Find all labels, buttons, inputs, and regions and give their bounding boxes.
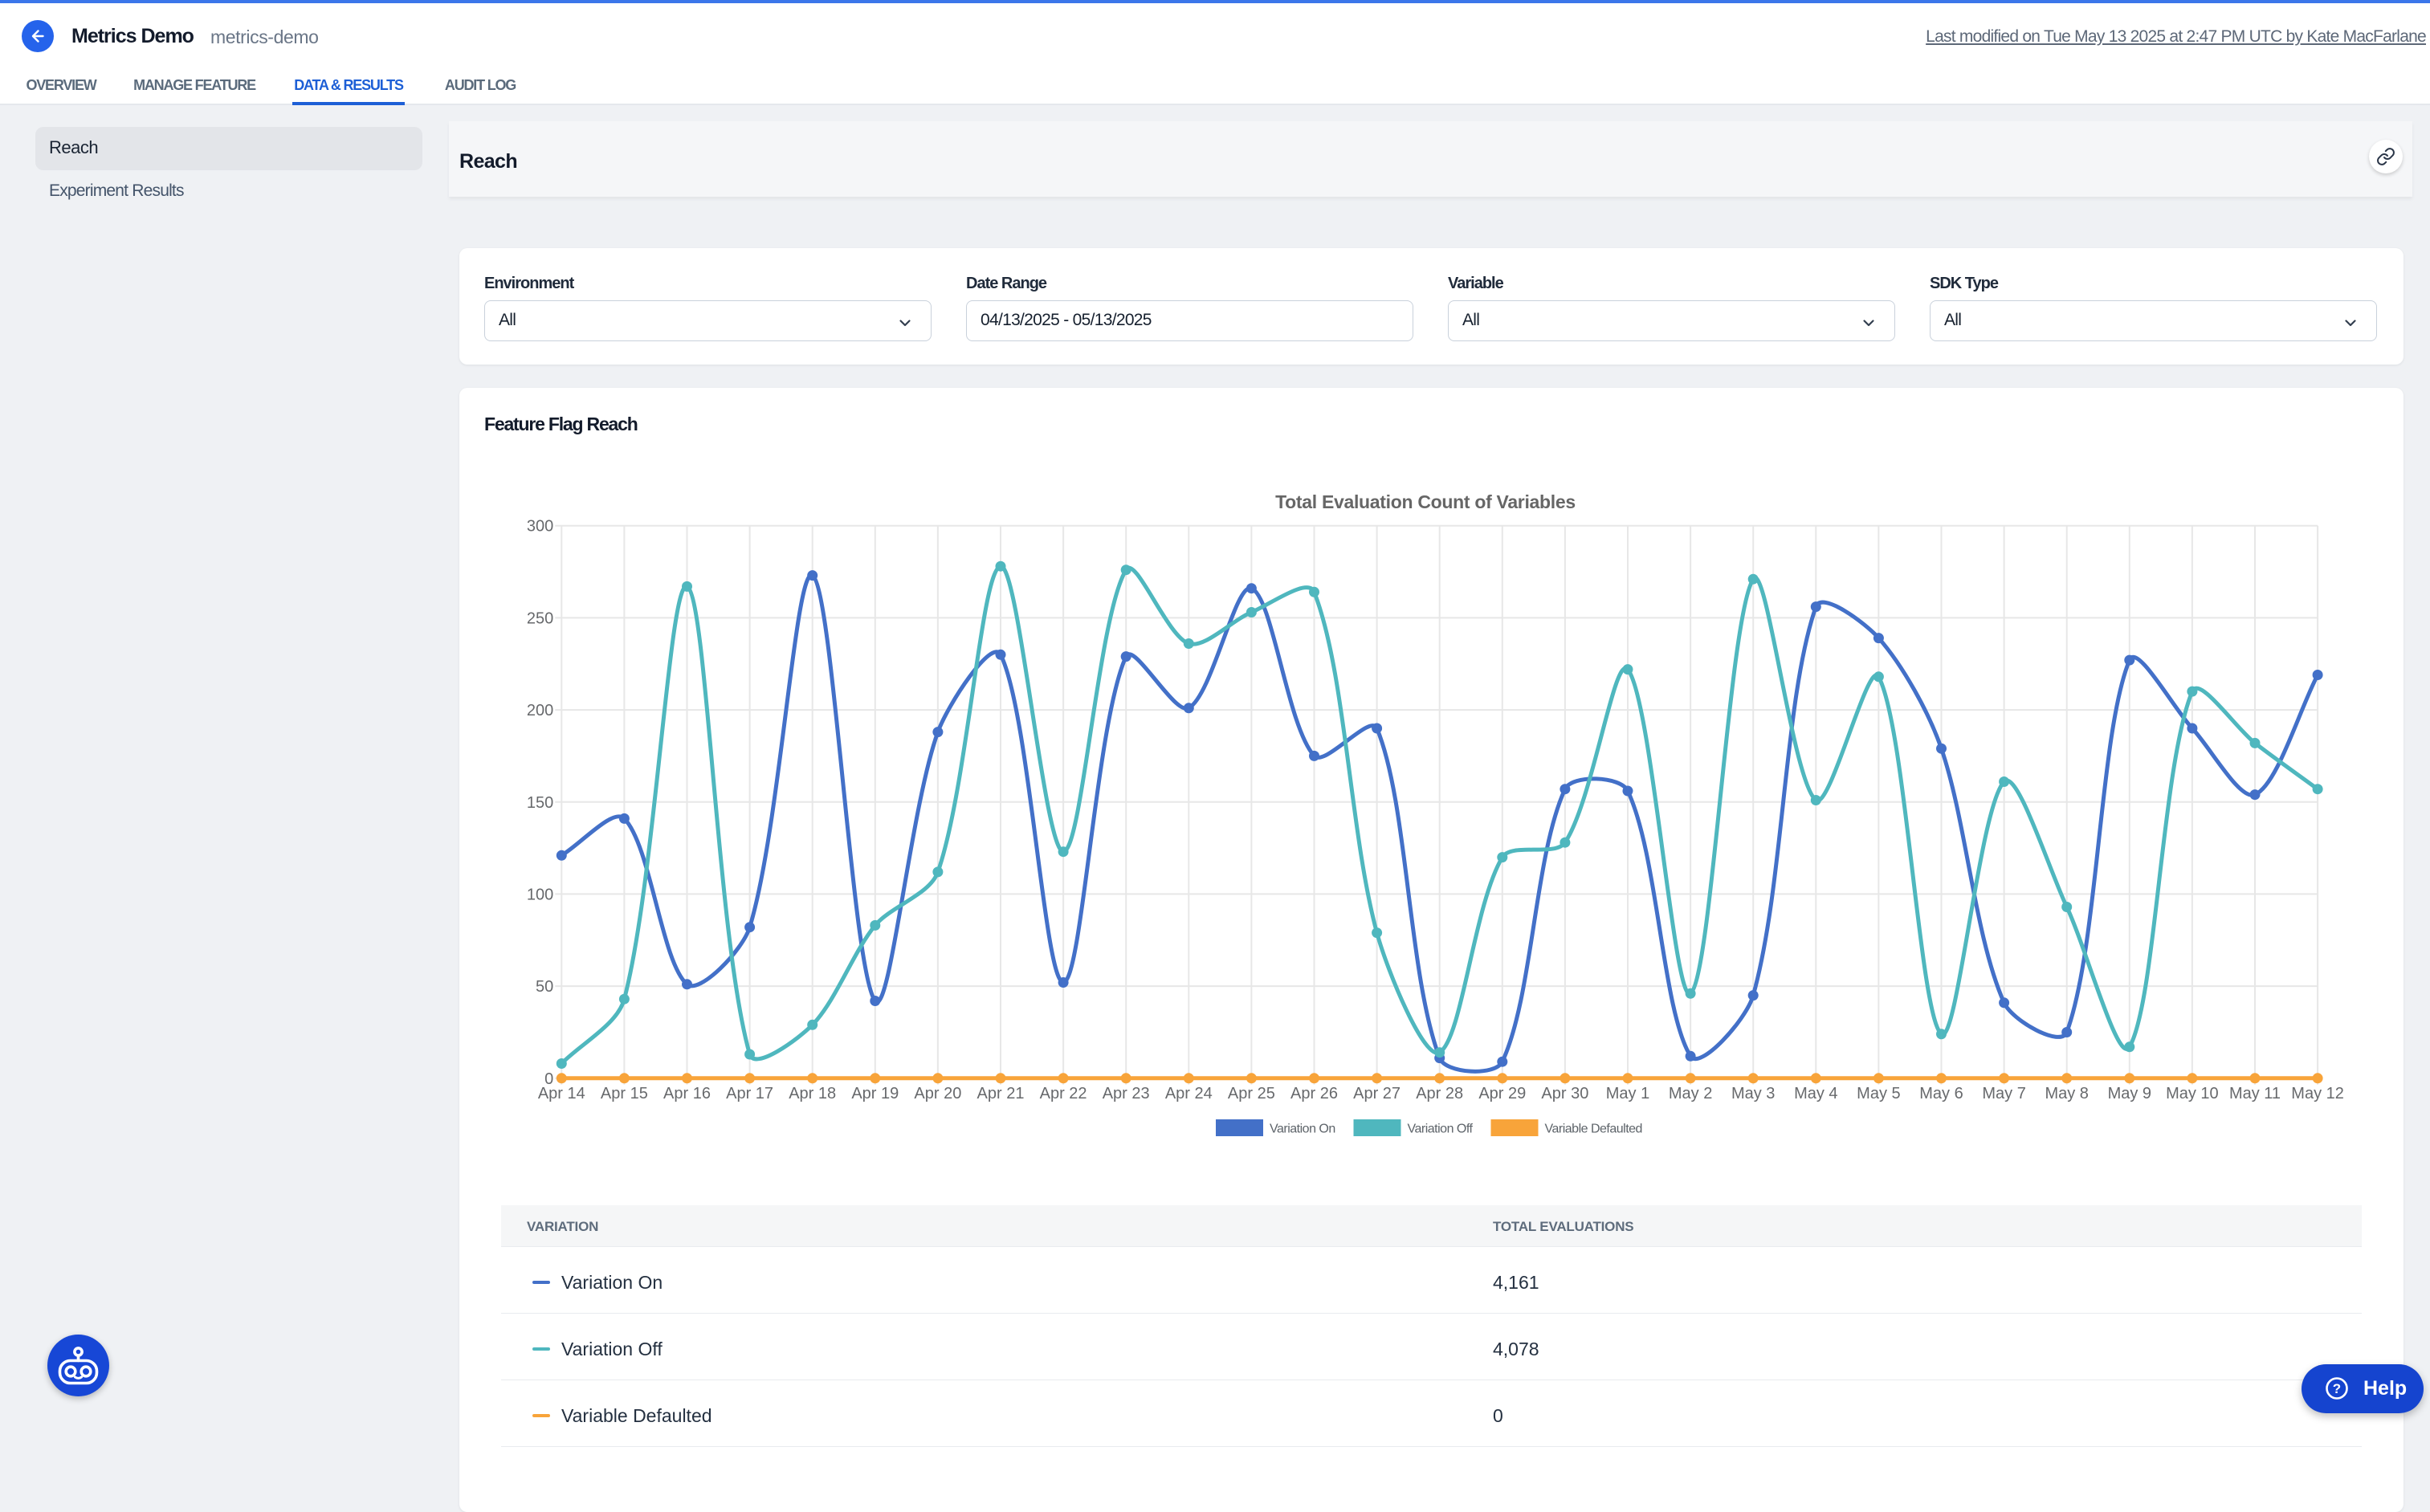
svg-text:Apr 19: Apr 19 bbox=[851, 1085, 899, 1102]
svg-text:Apr 23: Apr 23 bbox=[1103, 1085, 1150, 1102]
svg-text:Apr 17: Apr 17 bbox=[726, 1085, 773, 1102]
svg-text:Apr 14: Apr 14 bbox=[538, 1085, 585, 1102]
svg-text:Apr 21: Apr 21 bbox=[977, 1085, 1025, 1102]
svg-text:May 3: May 3 bbox=[1731, 1085, 1775, 1102]
svg-text:May 4: May 4 bbox=[1794, 1085, 1837, 1102]
svg-text:50: 50 bbox=[536, 978, 553, 996]
svg-text:Variation Off: Variation Off bbox=[1408, 1123, 1474, 1136]
svg-text:May 11: May 11 bbox=[2229, 1085, 2281, 1102]
svg-text:Apr 26: Apr 26 bbox=[1290, 1085, 1338, 1102]
svg-text:May 5: May 5 bbox=[1857, 1085, 1900, 1102]
svg-text:May 12: May 12 bbox=[2291, 1085, 2344, 1102]
svg-text:May 10: May 10 bbox=[2166, 1085, 2219, 1102]
svg-text:Apr 15: Apr 15 bbox=[601, 1085, 648, 1102]
svg-text:May 2: May 2 bbox=[1669, 1085, 1712, 1102]
svg-text:100: 100 bbox=[527, 886, 553, 903]
svg-text:May 1: May 1 bbox=[1606, 1085, 1649, 1102]
svg-text:?: ? bbox=[2333, 1381, 2341, 1396]
svg-text:Apr 20: Apr 20 bbox=[914, 1085, 961, 1102]
svg-text:Variation On: Variation On bbox=[1270, 1123, 1335, 1136]
svg-text:Apr 24: Apr 24 bbox=[1165, 1085, 1213, 1102]
svg-text:Variable Defaulted: Variable Defaulted bbox=[1545, 1123, 1642, 1136]
svg-text:May 6: May 6 bbox=[1919, 1085, 1963, 1102]
svg-text:300: 300 bbox=[527, 518, 553, 536]
svg-text:Apr 28: Apr 28 bbox=[1416, 1085, 1463, 1102]
svg-text:May 9: May 9 bbox=[2108, 1085, 2151, 1102]
svg-text:Apr 18: Apr 18 bbox=[789, 1085, 836, 1102]
svg-text:Total Evaluation Count of Vari: Total Evaluation Count of Variables bbox=[1275, 491, 1576, 512]
svg-text:250: 250 bbox=[527, 609, 553, 627]
svg-text:Apr 25: Apr 25 bbox=[1228, 1085, 1275, 1102]
svg-text:Apr 27: Apr 27 bbox=[1353, 1085, 1401, 1102]
svg-text:Apr 30: Apr 30 bbox=[1541, 1085, 1588, 1102]
svg-text:May 8: May 8 bbox=[2045, 1085, 2088, 1102]
svg-text:Apr 22: Apr 22 bbox=[1040, 1085, 1087, 1102]
svg-text:Apr 29: Apr 29 bbox=[1478, 1085, 1526, 1102]
svg-text:200: 200 bbox=[527, 702, 553, 719]
svg-text:150: 150 bbox=[527, 794, 553, 812]
svg-text:Apr 16: Apr 16 bbox=[663, 1085, 711, 1102]
svg-text:May 7: May 7 bbox=[1982, 1085, 2025, 1102]
